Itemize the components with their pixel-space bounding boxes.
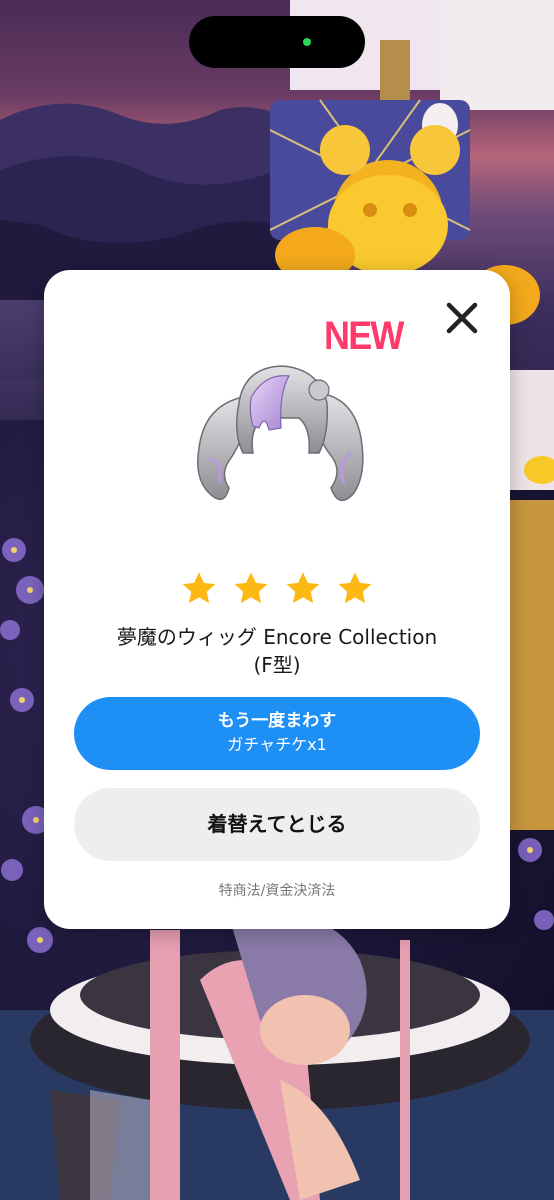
close-button[interactable] — [442, 298, 482, 338]
legal-notice-link[interactable]: 特商法/資金決済法 — [44, 880, 510, 900]
new-badge: NEW — [324, 314, 404, 358]
camera-indicator — [303, 38, 311, 46]
close-icon — [446, 302, 478, 334]
spin-again-button[interactable]: もう一度まわす ガチャチケx1 — [74, 697, 480, 770]
star-icon — [338, 572, 372, 604]
twin-tail-wig-icon — [197, 365, 364, 502]
item-name-line1: 夢魔のウィッグ Encore Collection — [116, 625, 438, 649]
change-and-close-button[interactable]: 着替えてとじる — [74, 788, 480, 861]
star-icon — [234, 572, 268, 604]
item-name-line2: (F型) — [253, 653, 301, 677]
rarity-stars — [44, 570, 510, 610]
star-icon — [286, 572, 320, 604]
avatar-figure — [0, 915, 554, 1200]
dynamic-island — [189, 16, 365, 68]
spin-again-cost: ガチャチケx1 — [227, 735, 327, 754]
item-name: 夢魔のウィッグ Encore Collection (F型) — [64, 623, 490, 679]
star-icon — [182, 572, 216, 604]
gacha-result-dialog: NEW 夢魔のウィッグ Encore Collection (F型) もう一度ま… — [44, 270, 510, 929]
spin-again-label: もう一度まわす — [217, 711, 337, 731]
